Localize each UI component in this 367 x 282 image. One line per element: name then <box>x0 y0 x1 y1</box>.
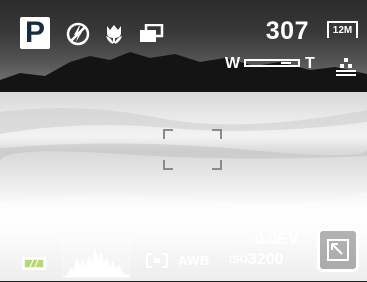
flash-off-icon <box>66 22 90 46</box>
continuous-shot-icon <box>140 24 164 42</box>
macro-tulip-icon <box>106 25 122 44</box>
shooting-mode-badge[interactable]: P <box>20 16 50 49</box>
quality-fine-icon <box>336 58 356 76</box>
histogram-icon <box>62 236 130 278</box>
zoom-tele-label: T <box>305 55 315 72</box>
expand-arrow-icon <box>327 239 349 261</box>
focus-frame-top-right <box>212 129 222 139</box>
focus-frame-bottom-left <box>163 160 173 170</box>
shots-remaining: 307 <box>265 17 309 45</box>
focus-frame-bottom-right <box>212 160 222 170</box>
expand-menu-button[interactable] <box>317 228 359 272</box>
exposure-value: 0.0EV <box>255 231 299 248</box>
iso-prefix: ISO <box>229 254 248 266</box>
zoom-bar <box>244 59 300 67</box>
white-balance-label: AWB <box>178 253 210 268</box>
resolution-badge[interactable]: 12M <box>327 21 358 38</box>
center-metering-icon <box>146 253 168 268</box>
camera-overlay: P 307 12M W T AWB 0.0EV ISO3200 <box>0 0 367 281</box>
battery-full-icon <box>22 257 47 270</box>
iso-number: 3200 <box>247 251 284 268</box>
iso-value: ISO3200 <box>229 251 284 269</box>
zoom-knob <box>281 62 291 64</box>
focus-frame-top-left <box>163 129 173 139</box>
zoom-wide-label: W <box>225 55 241 72</box>
